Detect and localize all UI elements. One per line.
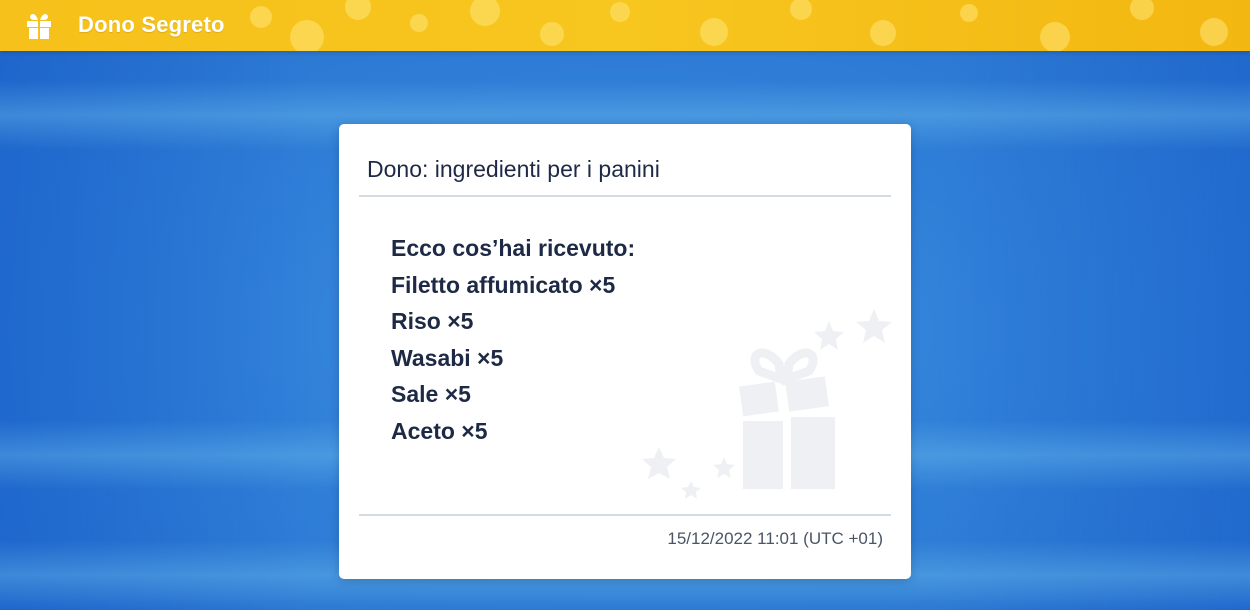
received-timestamp: 15/12/2022 11:01 (UTC +01) xyxy=(667,529,883,548)
gift-with-stars-icon xyxy=(639,309,899,509)
received-intro: Ecco cos’hai ricevuto: xyxy=(391,235,636,261)
header-bar: Dono Segreto xyxy=(0,0,1250,51)
gift-dialog: Dono: ingredienti per i panini Ecco cos’… xyxy=(339,124,911,579)
list-item: Sale ×5 xyxy=(391,381,471,407)
pattern-dot xyxy=(1040,22,1070,51)
list-item: Riso ×5 xyxy=(391,308,474,334)
list-item: Filetto affumicato ×5 xyxy=(391,271,616,298)
list-item: Aceto ×5 xyxy=(391,417,488,444)
pattern-dot xyxy=(540,22,564,46)
pattern-dot xyxy=(250,6,272,28)
pattern-dot xyxy=(610,2,630,22)
pattern-dot xyxy=(870,20,896,46)
dialog-title: Dono: ingredienti per i panini xyxy=(367,156,660,182)
divider xyxy=(359,195,891,197)
divider xyxy=(359,514,891,516)
pattern-dot xyxy=(700,18,728,46)
pattern-dot xyxy=(345,0,371,20)
pattern-dot xyxy=(960,4,978,22)
list-item: Wasabi ×5 xyxy=(391,344,504,371)
gift-icon xyxy=(24,11,54,41)
pattern-dot xyxy=(290,20,324,51)
pattern-dot xyxy=(790,0,812,20)
pattern-dot xyxy=(1130,0,1154,20)
pattern-dot xyxy=(1200,18,1228,46)
pattern-dot xyxy=(470,0,500,26)
pattern-dot xyxy=(410,14,428,32)
gift-contents: Ecco cos’hai ricevuto: Filetto affumicat… xyxy=(391,230,635,449)
header-title: Dono Segreto xyxy=(78,12,225,37)
